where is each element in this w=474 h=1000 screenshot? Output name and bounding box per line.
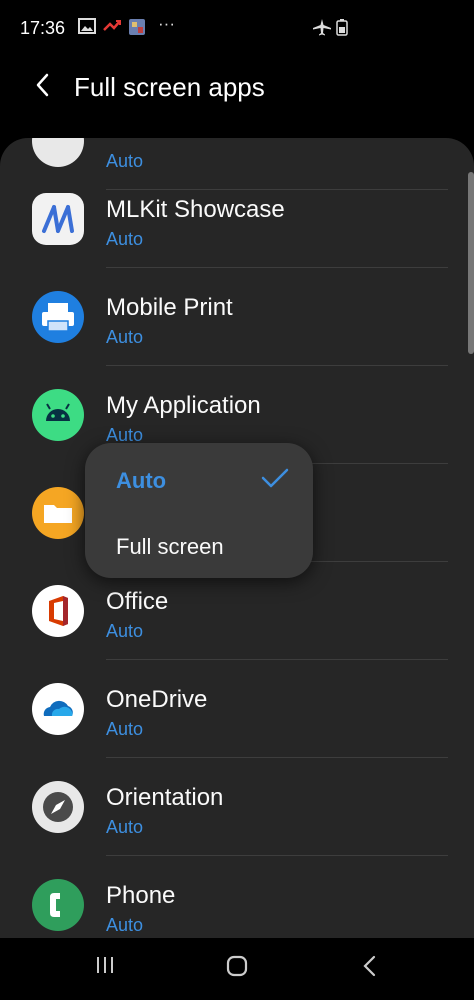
back-arrow-icon xyxy=(36,73,49,97)
back-nav-button[interactable] xyxy=(360,954,380,983)
recents-icon xyxy=(97,957,113,973)
folder-icon xyxy=(32,487,84,539)
gallery-icon xyxy=(78,18,96,39)
home-button[interactable] xyxy=(225,954,249,983)
app-name: Phone xyxy=(106,882,176,909)
app-status: Auto xyxy=(106,817,144,837)
page-title: Full screen apps xyxy=(74,72,265,102)
app-name: Office xyxy=(106,588,169,615)
app-status: Auto xyxy=(106,229,144,249)
app-status: Auto xyxy=(106,327,144,347)
office-icon xyxy=(32,585,84,637)
option-auto[interactable]: Auto xyxy=(116,468,166,494)
battery-icon xyxy=(336,18,348,41)
option-full-screen[interactable]: Full screen xyxy=(116,534,224,560)
airplane-mode-icon xyxy=(312,18,332,41)
list-item[interactable]: MLKit Showcase Auto xyxy=(0,170,474,268)
cloud-icon xyxy=(32,683,84,735)
status-bar: 17:36 ··· xyxy=(0,0,474,58)
app-name: Mobile Print xyxy=(106,294,233,321)
back-button[interactable] xyxy=(28,70,58,100)
android-icon xyxy=(32,389,84,441)
status-time: 17:36 xyxy=(20,18,66,38)
display-mode-menu: Auto Full screen xyxy=(85,443,313,578)
app-status: Auto xyxy=(106,719,144,739)
recent-apps-button[interactable] xyxy=(94,954,116,981)
more-notifications-icon: ··· xyxy=(158,14,175,33)
chevron-left-icon xyxy=(363,955,376,977)
app-status: Auto xyxy=(106,915,144,935)
app-name: Orientation xyxy=(106,784,224,811)
app-name: MLKit Showcase xyxy=(106,196,285,223)
app-name: My Application xyxy=(106,392,261,419)
scrollbar[interactable] xyxy=(468,172,474,354)
app-notification-icon xyxy=(128,18,146,41)
app-name: OneDrive xyxy=(106,686,208,713)
list-item[interactable]: Mobile Print Auto xyxy=(0,268,474,366)
home-icon xyxy=(226,955,248,977)
printer-icon xyxy=(32,291,84,343)
mlkit-icon xyxy=(32,193,84,245)
compass-icon xyxy=(32,781,84,833)
app-icon xyxy=(32,138,84,167)
navigation-bar xyxy=(0,938,474,1000)
list-item[interactable]: Phone Auto xyxy=(0,856,474,938)
missed-call-icon xyxy=(102,18,122,41)
app-status: Auto xyxy=(106,621,144,641)
app-bar: Full screen apps xyxy=(0,58,474,128)
list-item[interactable]: Orientation Auto xyxy=(0,758,474,856)
app-status: Auto xyxy=(106,151,144,171)
checkmark-icon xyxy=(261,468,289,488)
phone-icon xyxy=(32,879,84,931)
list-item[interactable]: OneDrive Auto xyxy=(0,660,474,758)
